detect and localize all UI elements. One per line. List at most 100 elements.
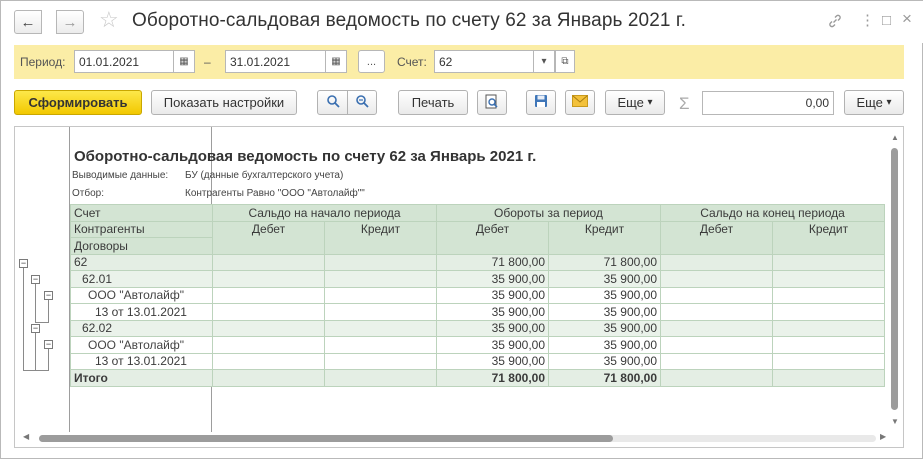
total-turnover-credit: 71 800,00 [548,369,661,387]
turnover-debit-cell: 35 900,00 [436,303,549,321]
header-turnover-debit: Дебет [436,220,549,255]
account-dropdown-button[interactable]: ▾ [533,50,555,73]
collapse-toggle-62-01[interactable]: − [31,275,40,284]
sum-field: 0,00 [702,91,834,115]
more-report-label: Еще [856,95,883,110]
horizontal-scrollbar[interactable] [39,435,613,442]
tree-line [48,348,49,370]
search-next-icon [355,94,369,111]
chevron-down-icon: ▾ [886,97,892,108]
report-area[interactable]: Оборотно-сальдовая ведомость по счету 62… [14,126,904,448]
scroll-down-icon[interactable]: ▼ [891,417,899,426]
calendar-end-button[interactable]: ▦ [325,50,347,73]
row-name: 62.01 [70,270,213,288]
search-icon [326,94,340,111]
select-period-button[interactable]: ... [358,50,385,73]
calendar-start-button[interactable]: ▦ [173,50,195,73]
table-row[interactable]: 62.02 35 900,00 35 900,00 [70,319,885,337]
sum-icon: Σ [679,94,690,113]
period-end-input[interactable]: 31.01.2021 [225,50,326,73]
header-closing-balance: Сальдо на конец периода [660,204,885,222]
row-name: 62.02 [70,319,213,337]
more-actions-button[interactable]: Еще ▾ [605,90,665,115]
generate-button[interactable]: Сформировать [14,90,142,115]
header-turnover-credit: Кредит [548,220,661,255]
row-name: ООО "Автолайф" [70,336,213,354]
scroll-up-icon[interactable]: ▲ [891,133,899,142]
send-email-button[interactable] [565,90,595,115]
turnover-debit-cell: 71 800,00 [436,253,549,271]
collapse-toggle-contractor-1[interactable]: − [44,291,53,300]
turnover-credit-cell: 35 900,00 [548,336,661,354]
account-label: Счет: [397,55,427,69]
table-row[interactable]: ООО "Автолайф" 35 900,00 35 900,00 [70,336,885,354]
mail-icon [572,95,588,110]
header-opening-debit: Дебет [212,220,325,255]
scroll-right-icon[interactable]: ▶ [880,432,886,441]
save-button[interactable] [526,90,556,115]
table-row[interactable]: 13 от 13.01.2021 35 900,00 35 900,00 [70,303,885,321]
account-input[interactable]: 62 [434,50,534,73]
total-row[interactable]: Итого 71 800,00 71 800,00 [70,369,885,387]
account-open-button[interactable]: ⧉ [555,50,575,73]
header-turnover: Обороты за период [436,204,661,222]
link-icon[interactable] [827,13,843,33]
total-turnover-debit: 71 800,00 [436,369,549,387]
save-icon [534,94,548,111]
collapse-toggle-contractor-2[interactable]: − [44,340,53,349]
print-button[interactable]: Печать [398,90,468,115]
search-button[interactable] [317,90,348,115]
turnover-debit-cell: 35 900,00 [436,319,549,337]
turnover-debit-cell: 35 900,00 [436,336,549,354]
tree-line [23,267,24,370]
report-title: Оборотно-сальдовая ведомость по счету 62… [74,148,537,165]
tree-line [35,332,36,370]
period-label: Период: [20,55,66,69]
header-closing-debit: Дебет [660,220,773,255]
show-settings-button[interactable]: Показать настройки [151,90,297,115]
turnover-credit-cell: 35 900,00 [548,286,661,304]
favorite-star-icon[interactable]: ☆ [99,8,119,32]
row-name: 13 от 13.01.2021 [70,352,213,370]
more-actions-label: Еще [617,95,644,110]
row-name: 13 от 13.01.2021 [70,303,213,321]
period-start-input[interactable]: 01.01.2021 [74,50,174,73]
maximize-icon[interactable]: □ [882,13,891,29]
row-name: ООО "Автолайф" [70,286,213,304]
tree-line [48,299,49,322]
table-row[interactable]: 62 71 800,00 71 800,00 [70,253,885,271]
more-menu-icon[interactable]: ⋮ [860,13,875,29]
turnover-debit-cell: 35 900,00 [436,352,549,370]
close-icon[interactable]: × [902,10,912,27]
forward-button[interactable]: → [56,10,84,34]
vertical-scrollbar[interactable] [891,148,898,410]
table-row[interactable]: ООО "Автолайф" 35 900,00 35 900,00 [70,286,885,304]
collapse-toggle-62[interactable]: − [19,259,28,268]
turnover-credit-cell: 35 900,00 [548,303,661,321]
chevron-down-icon: ▾ [647,97,653,108]
tree-line [35,283,36,322]
turnover-credit-cell: 35 900,00 [548,270,661,288]
scroll-left-icon[interactable]: ◀ [23,432,29,441]
output-data-value: БУ (данные бухгалтерского учета) [185,170,344,181]
table-row[interactable]: 13 от 13.01.2021 35 900,00 35 900,00 [70,352,885,370]
period-panel: Период: 01.01.2021 ▦ – 31.01.2021 ▦ ... … [14,45,904,79]
header-opening-balance: Сальдо на начало периода [212,204,437,222]
header-opening-credit: Кредит [324,220,437,255]
output-data-label: Выводимые данные: [72,170,169,181]
turnover-debit-cell: 35 900,00 [436,270,549,288]
table-row[interactable]: 62.01 35 900,00 35 900,00 [70,270,885,288]
header-row: Контрагенты Дебет Кредит Дебет Кредит Де… [70,220,885,255]
back-button[interactable]: ← [14,10,42,34]
turnover-debit-cell: 35 900,00 [436,286,549,304]
header-account: Счет [70,204,213,222]
filter-label: Отбор: [72,188,104,199]
more-report-button[interactable]: Еще ▾ [844,90,904,115]
print-preview-icon [485,94,499,112]
report-window: ← → ☆ Оборотно-сальдовая ведомость по сч… [0,0,923,459]
period-dash: – [204,55,211,69]
search-next-button[interactable] [347,90,377,115]
calendar-icon: ▦ [179,56,189,67]
collapse-toggle-62-02[interactable]: − [31,324,40,333]
print-preview-button[interactable] [477,90,507,115]
